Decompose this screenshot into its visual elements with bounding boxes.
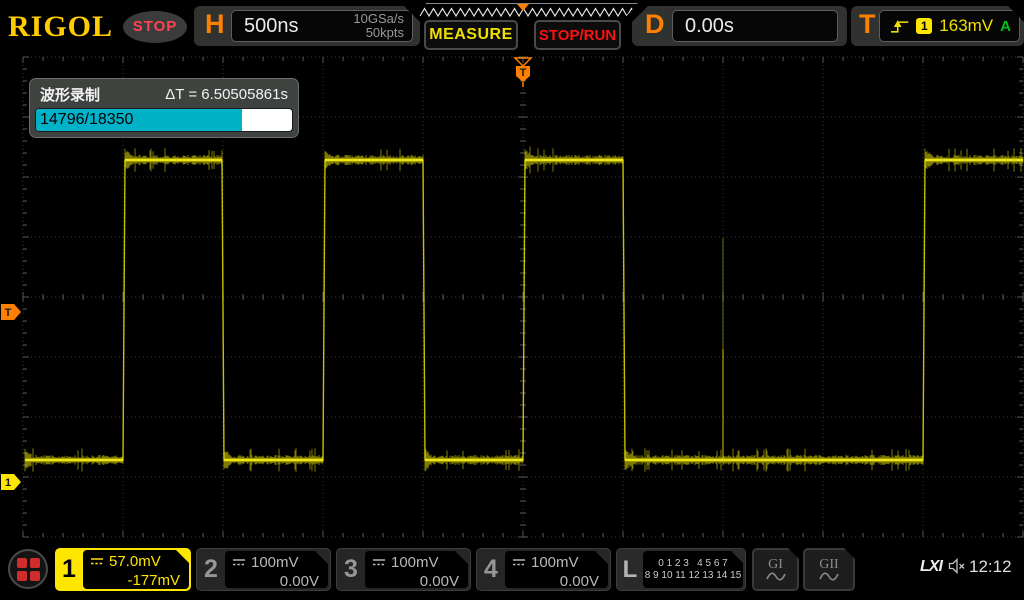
channel-4-offset: 0.00V bbox=[512, 572, 599, 591]
stop-run-button[interactable]: STOP/RUN bbox=[534, 20, 621, 50]
channel-4-box[interactable]: 4 100mV 0.00V bbox=[476, 548, 611, 591]
svg-text:1: 1 bbox=[5, 477, 11, 489]
channel-2-scale: 100mV bbox=[251, 553, 299, 572]
record-progress-text: 14796/18350 bbox=[40, 109, 133, 131]
delay-value: 0.00s bbox=[685, 11, 734, 41]
source-2-label: GII bbox=[819, 558, 838, 572]
trigger-level-value: 163mV bbox=[939, 16, 993, 36]
channel-1-offset: -177mV bbox=[90, 571, 180, 590]
delay-settings-box[interactable]: D 0.00s bbox=[632, 6, 847, 46]
channel-1-values: 57.0mV -177mV bbox=[83, 550, 189, 589]
logic-label: L bbox=[617, 549, 643, 590]
logic-channels-box[interactable]: L 0 1 2 3 4 5 6 7 8 9 10 11 12 13 14 15 bbox=[616, 548, 746, 591]
logic-row-1: 0 1 2 3 4 5 6 7 bbox=[643, 558, 743, 569]
trigger-label: T bbox=[859, 9, 876, 40]
acquisition-info: 10GSa/s 50kpts bbox=[353, 12, 404, 40]
channel-4-scale: 100mV bbox=[531, 553, 579, 572]
lxi-logo: LXI bbox=[920, 558, 942, 576]
dc-coupling-icon bbox=[90, 557, 104, 566]
channel-1-scale: 57.0mV bbox=[109, 552, 161, 571]
horizontal-label: H bbox=[205, 9, 225, 40]
sample-rate: 10GSa/s bbox=[353, 11, 404, 26]
speaker-muted-icon bbox=[948, 558, 966, 574]
channel-2-number: 2 bbox=[197, 549, 225, 590]
acquisition-status-badge: STOP bbox=[123, 11, 187, 43]
logic-channel-list: 0 1 2 3 4 5 6 7 8 9 10 11 12 13 14 15 bbox=[643, 551, 743, 588]
channel-3-scale: 100mV bbox=[391, 553, 439, 572]
sine-wave-icon bbox=[766, 572, 786, 581]
menu-grid-icon bbox=[17, 558, 40, 581]
delay-label: D bbox=[645, 9, 665, 40]
dc-coupling-icon bbox=[232, 558, 246, 567]
brand-logo: RIGOL bbox=[8, 10, 113, 44]
channel-4-number: 4 bbox=[477, 549, 505, 590]
channel-3-box[interactable]: 3 100mV 0.00V bbox=[336, 548, 471, 591]
svg-text:T: T bbox=[5, 307, 12, 319]
channel-3-offset: 0.00V bbox=[372, 572, 459, 591]
trigger-source-badge: 1 bbox=[916, 18, 932, 34]
horizontal-values: 500ns 10GSa/s 50kpts bbox=[231, 10, 413, 42]
record-delta-t: ΔT = 6.50505861s bbox=[165, 86, 288, 103]
record-title: 波形录制 bbox=[40, 84, 100, 105]
memory-depth: 50kpts bbox=[366, 25, 404, 40]
source-2-button[interactable]: GII bbox=[803, 548, 855, 591]
horizontal-settings-box[interactable]: H 500ns 10GSa/s 50kpts bbox=[194, 6, 420, 46]
trigger-sweep-mode: A bbox=[1000, 18, 1011, 35]
channel-1-number: 1 bbox=[55, 548, 83, 591]
oscilloscope-screen: T T 1 RIGOL STOP H 500ns 10GSa/s 50kpts ME… bbox=[0, 0, 1024, 600]
source-1-label: GI bbox=[768, 558, 783, 572]
channel-4-values: 100mV 0.00V bbox=[505, 551, 608, 588]
window-position-marker-icon bbox=[517, 4, 529, 11]
channel-3-number: 3 bbox=[337, 549, 365, 590]
timebase-value: 500ns bbox=[244, 11, 299, 41]
channel-2-box[interactable]: 2 100mV 0.00V bbox=[196, 548, 331, 591]
source-1-button[interactable]: GI bbox=[752, 548, 799, 591]
trigger-level-marker[interactable]: T bbox=[1, 304, 21, 320]
svg-text:T: T bbox=[520, 67, 527, 79]
trigger-values: 1 163mV A bbox=[879, 10, 1020, 42]
sine-wave-icon bbox=[819, 572, 839, 581]
dc-coupling-icon bbox=[512, 558, 526, 567]
waveform-record-popup: 波形录制 ΔT = 6.50505861s 14796/18350 bbox=[30, 79, 298, 137]
delay-values: 0.00s bbox=[672, 10, 838, 42]
measure-button[interactable]: MEASURE bbox=[424, 20, 518, 50]
channel-3-values: 100mV 0.00V bbox=[365, 551, 468, 588]
trigger-settings-box[interactable]: T 1 163mV A bbox=[851, 6, 1024, 46]
dc-coupling-icon bbox=[372, 558, 386, 567]
channel-2-offset: 0.00V bbox=[232, 572, 319, 591]
channel-1-box[interactable]: 1 57.0mV -177mV bbox=[55, 548, 191, 591]
channel-2-values: 100mV 0.00V bbox=[225, 551, 328, 588]
channel-1-ground-marker[interactable]: 1 bbox=[1, 474, 21, 490]
clock: 12:12 bbox=[969, 557, 1012, 577]
record-progress-bar: 14796/18350 bbox=[35, 108, 293, 132]
logic-row-2: 8 9 10 11 12 13 14 15 bbox=[643, 570, 743, 581]
menu-button[interactable] bbox=[8, 549, 48, 589]
rising-edge-trigger-icon bbox=[890, 18, 909, 35]
